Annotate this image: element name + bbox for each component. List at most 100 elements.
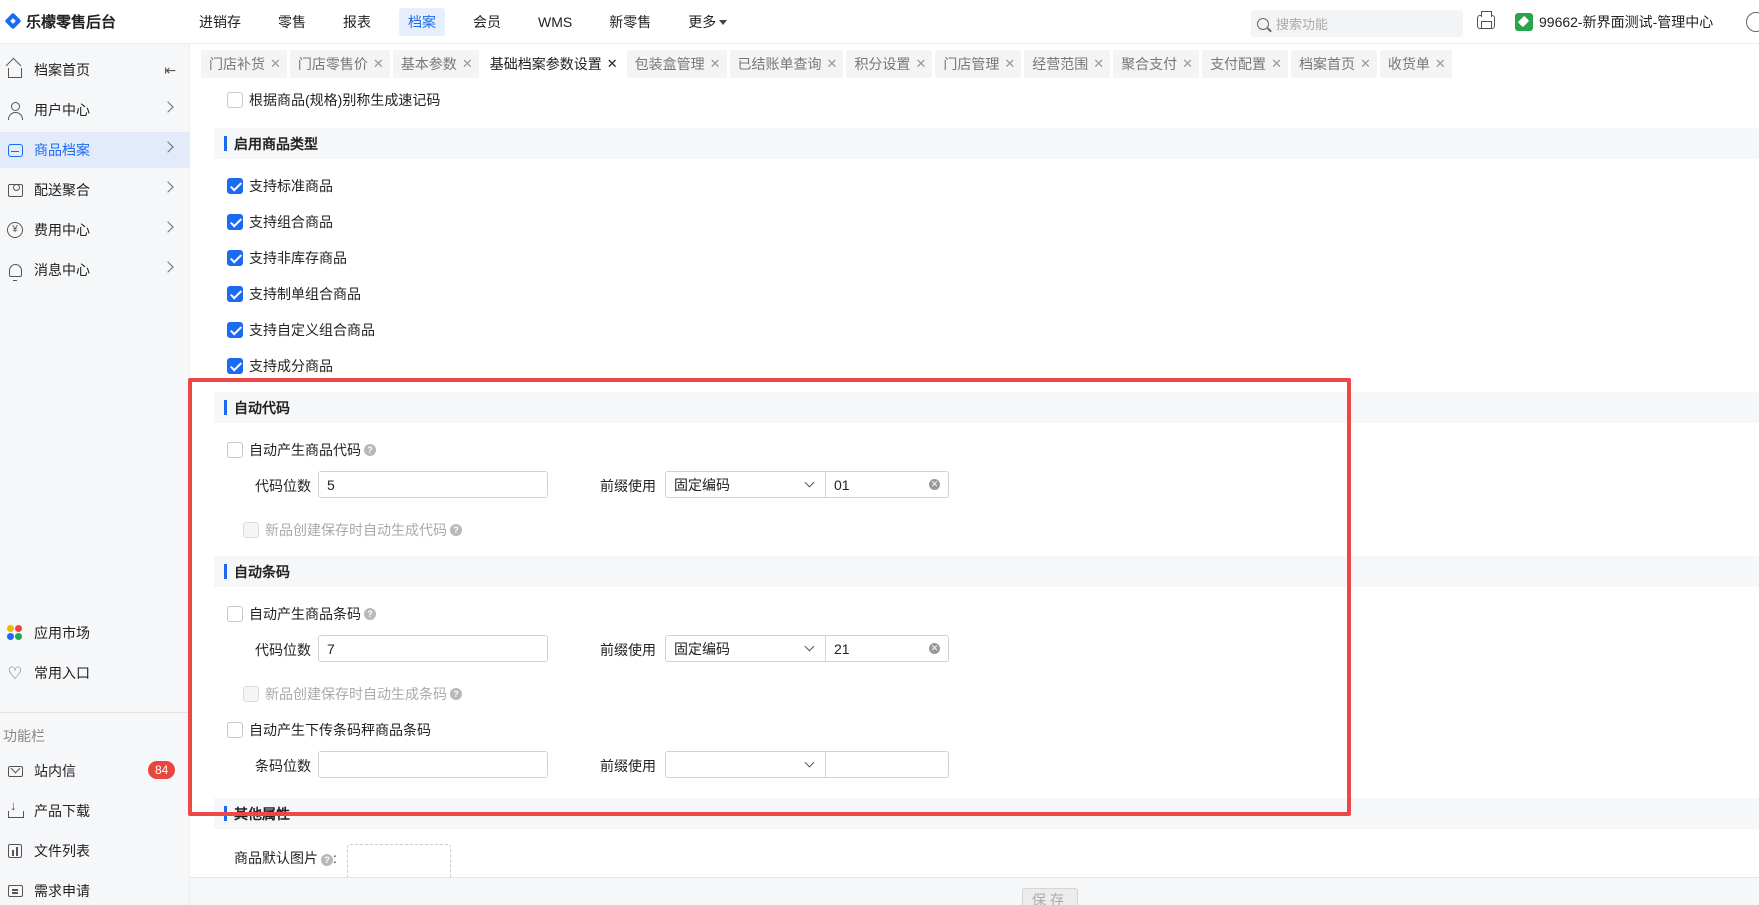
sidebar-item-file-list[interactable]: 文件列表 (0, 833, 190, 869)
sidebar-item-inbox[interactable]: 站内信 84 (0, 753, 190, 789)
collapse-sidebar-icon[interactable]: ⇤ (164, 62, 176, 79)
prefix-mode-select[interactable] (666, 752, 826, 777)
help-icon[interactable]: ? (450, 524, 462, 536)
prefix-value-input[interactable] (826, 752, 948, 777)
new-item-auto-code-checkbox[interactable] (243, 522, 259, 538)
close-icon[interactable]: ✕ (373, 56, 384, 72)
scale-barcode-checkbox[interactable] (227, 722, 243, 738)
topnav-report[interactable]: 报表 (334, 8, 380, 36)
sidebar-item-user-center[interactable]: 用户中心 (0, 92, 190, 128)
auto-barcode-option[interactable]: 自动产生商品条码 ? (227, 604, 376, 624)
sidebar-item-delivery[interactable]: 配送聚合 (0, 172, 190, 208)
option-non-stock-goods[interactable]: 支持非库存商品 (227, 248, 347, 268)
auto-code-option[interactable]: 自动产生商品代码 ? (227, 440, 376, 460)
tab-package-box[interactable]: 包装盒管理 ✕ (626, 50, 727, 78)
close-icon[interactable]: ✕ (827, 56, 838, 72)
scale-prefix-combo[interactable] (665, 751, 949, 778)
tab-points-settings[interactable]: 积分设置 ✕ (846, 50, 933, 78)
close-icon[interactable]: ✕ (1435, 56, 1446, 72)
option-order-combo-goods[interactable]: 支持制单组合商品 (227, 284, 361, 304)
tab-business-scope[interactable]: 经营范围 ✕ (1024, 50, 1111, 78)
auto-code-checkbox[interactable] (227, 442, 243, 458)
topnav-wms[interactable]: WMS (529, 10, 581, 34)
scale-digits-input[interactable] (318, 751, 548, 778)
close-icon[interactable]: ✕ (1360, 56, 1371, 72)
combo-goods-checkbox[interactable] (227, 214, 243, 230)
sidebar-item-request[interactable]: 需求申请 (0, 873, 190, 905)
tab-receipt[interactable]: 收货单 ✕ (1379, 50, 1452, 78)
help-icon[interactable]: ? (450, 688, 462, 700)
tab-archive-home[interactable]: 档案首页 ✕ (1290, 50, 1377, 78)
search-placeholder: 搜索功能 (1276, 17, 1329, 32)
prefix-value-input[interactable]: 01 ✕ (826, 472, 948, 497)
prefix-mode-select[interactable]: 固定编码 (666, 636, 826, 661)
topnav-retail[interactable]: 零售 (269, 8, 315, 36)
sidebar-item-message-center[interactable]: 消息中心 (0, 252, 190, 288)
topnav-new-retail[interactable]: 新零售 (600, 8, 660, 36)
code-digits-input[interactable]: 5 (318, 471, 548, 498)
order-combo-goods-checkbox[interactable] (227, 286, 243, 302)
barcode-prefix-combo[interactable]: 固定编码 21 ✕ (665, 635, 949, 662)
option-combo-goods[interactable]: 支持组合商品 (227, 212, 333, 232)
barcode-digits-input[interactable]: 7 (318, 635, 548, 662)
printer-icon[interactable] (1477, 11, 1495, 29)
app-logo[interactable]: 乐檬零售后台 (0, 11, 190, 32)
ingredient-goods-checkbox[interactable] (227, 358, 243, 374)
sidebar-item-goods-archive[interactable]: 商品档案 (0, 132, 190, 168)
close-icon[interactable]: ✕ (710, 56, 721, 72)
close-icon[interactable]: ✕ (1004, 56, 1015, 72)
search-input[interactable]: 搜索功能 (1251, 10, 1463, 37)
tab-store-replenish[interactable]: 门店补货 ✕ (201, 50, 287, 78)
sidebar-item-favorites[interactable]: ♡ 常用入口 (0, 655, 190, 691)
auto-barcode-checkbox[interactable] (227, 606, 243, 622)
close-icon[interactable]: ✕ (607, 56, 618, 72)
option-custom-combo-goods[interactable]: 支持自定义组合商品 (227, 320, 375, 340)
custom-combo-goods-checkbox[interactable] (227, 322, 243, 338)
close-icon[interactable]: ✕ (1271, 56, 1282, 72)
alias-shortcode-checkbox[interactable] (227, 92, 243, 108)
help-icon[interactable]: ? (364, 444, 376, 456)
unread-count-badge: 84 (148, 761, 176, 779)
avatar[interactable] (1746, 12, 1759, 32)
help-icon[interactable]: ? (321, 854, 333, 866)
close-icon[interactable]: ✕ (270, 56, 281, 72)
option-standard-goods[interactable]: 支持标准商品 (227, 176, 333, 196)
close-icon[interactable]: ✕ (462, 56, 473, 72)
option-label: 新品创建保存时自动生成条码 (265, 686, 447, 702)
sidebar-item-archive-home[interactable]: 档案首页 ⇤ (0, 52, 190, 88)
prefix-value-input[interactable]: 21 ✕ (826, 636, 948, 661)
option-ingredient-goods[interactable]: 支持成分商品 (227, 356, 333, 376)
prefix-mode-select[interactable]: 固定编码 (666, 472, 826, 497)
topnav-archive[interactable]: 档案 (399, 7, 445, 36)
tab-aggregate-pay[interactable]: 聚合支付 ✕ (1113, 50, 1200, 78)
non-stock-goods-checkbox[interactable] (227, 250, 243, 266)
sidebar-item-app-market[interactable]: 应用市场 (0, 615, 190, 651)
new-item-auto-barcode-checkbox[interactable] (243, 686, 259, 702)
scale-barcode-option[interactable]: 自动产生下传条码秤商品条码 (227, 720, 431, 740)
close-icon[interactable]: ✕ (915, 56, 926, 72)
tab-archive-params-settings[interactable]: 基础档案参数设置 ✕ (481, 50, 624, 78)
tab-store-management[interactable]: 门店管理 ✕ (935, 50, 1022, 78)
standard-goods-checkbox[interactable] (227, 178, 243, 194)
alias-shortcode-option[interactable]: 根据商品(规格)别称生成速记码 (227, 90, 440, 110)
sidebar-item-product-download[interactable]: 产品下载 (0, 793, 190, 829)
tab-closed-bills[interactable]: 已结账单查询 ✕ (729, 50, 844, 78)
close-icon[interactable]: ✕ (1182, 56, 1193, 72)
tab-basic-params[interactable]: 基本参数 ✕ (392, 50, 479, 78)
topnav-jxc[interactable]: 进销存 (190, 8, 250, 36)
topnav-member[interactable]: 会员 (464, 8, 510, 36)
org-switcher[interactable]: 99662-新界面测试-管理中心 (1515, 12, 1713, 32)
close-icon[interactable]: ✕ (1093, 56, 1104, 72)
new-item-auto-barcode-option[interactable]: 新品创建保存时自动生成条码 ? (243, 684, 462, 704)
topnav-more[interactable]: 更多 (679, 8, 736, 36)
code-prefix-combo[interactable]: 固定编码 01 ✕ (665, 471, 949, 498)
tab-payment-config[interactable]: 支付配置 ✕ (1202, 50, 1288, 78)
help-icon[interactable]: ? (364, 608, 376, 620)
save-button[interactable]: 保存 (1022, 888, 1078, 905)
topnav-more-label: 更多 (688, 13, 717, 30)
tab-store-retail-price[interactable]: 门店零售价 ✕ (289, 50, 390, 78)
sidebar-item-fee-center[interactable]: ¥ 费用中心 (0, 212, 190, 248)
clear-icon[interactable]: ✕ (929, 479, 940, 490)
new-item-auto-code-option[interactable]: 新品创建保存时自动生成代码 ? (243, 520, 462, 540)
clear-icon[interactable]: ✕ (929, 643, 940, 654)
